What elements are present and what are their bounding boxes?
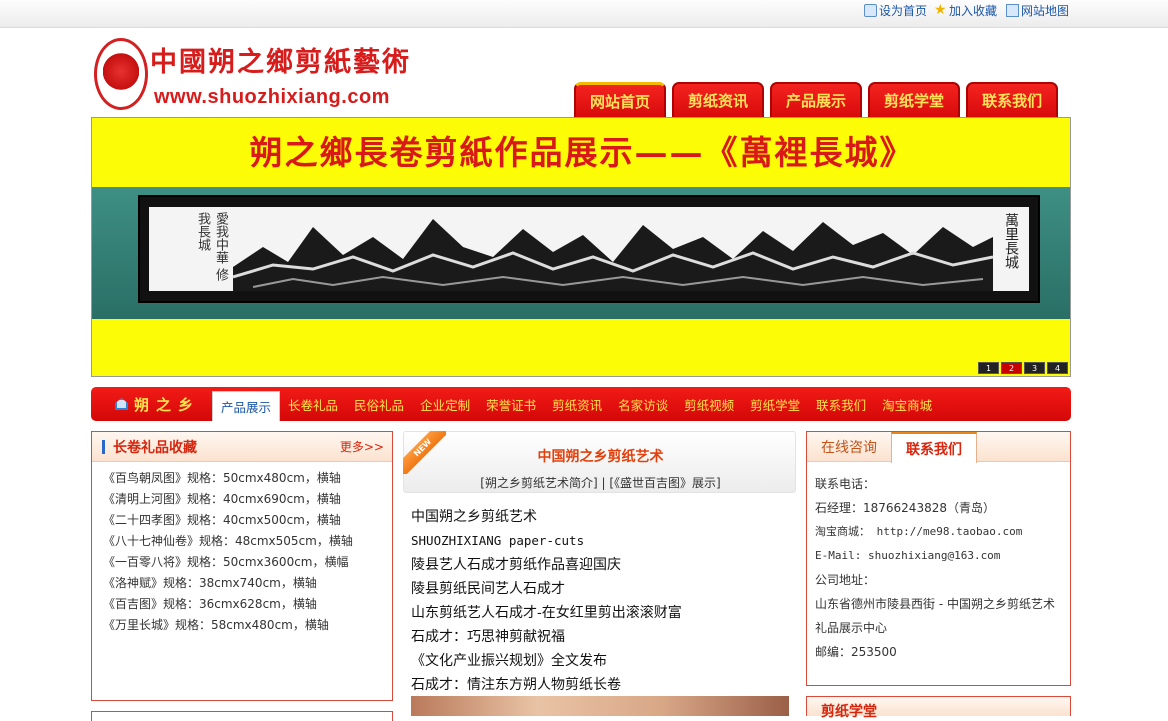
list-item[interactable]: 《洛神赋》规格：38cmx740cm，横轴 bbox=[103, 573, 392, 594]
nav-school[interactable]: 剪纸学堂 bbox=[868, 82, 961, 117]
category-brand-label: 朔之乡 bbox=[134, 395, 201, 414]
list-item[interactable]: 《文化产业振兴规划》全文发布 bbox=[411, 649, 796, 673]
intro-panel: NEW 中国朔之乡剪纸艺术 [朔之乡剪纸艺术简介] | [《盛世百吉图》展示] … bbox=[403, 431, 796, 716]
add-favorite-label: 加入收藏 bbox=[949, 3, 998, 18]
cat-videos[interactable]: 剪纸视频 bbox=[676, 387, 742, 421]
scroll-calligraphy-right: 萬里長城 bbox=[1003, 213, 1019, 269]
school-panel-title[interactable]: 剪纸学堂 bbox=[807, 697, 1070, 721]
category-nav: 朔之乡 产品展示 长卷礼品 民俗礼品 企业定制 荣誉证书 剪纸资讯 名家访谈 剪… bbox=[91, 387, 1071, 421]
cat-news[interactable]: 剪纸资讯 bbox=[544, 387, 610, 421]
pager-item-3[interactable]: 3 bbox=[1024, 362, 1045, 374]
list-item[interactable]: 山东剪纸艺人石成才-在女红里剪出滚滚财富 bbox=[411, 601, 796, 625]
banner-background: 愛我中華 修我長城 萬里長城 bbox=[92, 187, 1070, 319]
list-item[interactable]: 《二十四孝图》规格：40cmx500cm，横轴 bbox=[103, 510, 392, 531]
contact-panel: 在线咨询 联系我们 联系电话： 石经理：18766243828（青岛） 淘宝商城… bbox=[806, 431, 1071, 686]
scroll-gifts-panel: 长卷礼品收藏 更多>> 《百鸟朝凤图》规格：50cmx480cm，横轴 《清明上… bbox=[91, 431, 393, 701]
cat-products[interactable]: 产品展示 bbox=[212, 391, 281, 421]
contact-taobao[interactable]: 淘宝商城： http://me98.taobao.com bbox=[815, 520, 1070, 544]
contact-address: 山东省德州市陵县西街 - 中国朔之乡剪纸艺术 bbox=[815, 597, 1055, 611]
home-icon bbox=[115, 398, 128, 410]
list-item[interactable]: 《百吉图》规格：36cmx628cm，横轴 bbox=[103, 594, 392, 615]
list-item[interactable]: SHUOZHIXIANG paper-cuts bbox=[411, 529, 796, 553]
cat-contact[interactable]: 联系我们 bbox=[808, 387, 874, 421]
top-utility-bar: 设为首页 ★ 加入收藏 网站地图 bbox=[0, 0, 1168, 28]
list-item[interactable]: 陵县剪纸民间艺人石成才 bbox=[411, 577, 796, 601]
panel-header: 长卷礼品收藏 更多>> bbox=[92, 432, 392, 462]
category-brand[interactable]: 朔之乡 bbox=[91, 387, 212, 421]
set-homepage-label: 设为首页 bbox=[879, 3, 928, 18]
nav-news[interactable]: 剪纸资讯 bbox=[672, 82, 765, 117]
add-favorite-link[interactable]: ★ 加入收藏 bbox=[934, 2, 997, 18]
next-left-panel bbox=[91, 711, 393, 721]
list-item[interactable]: 陵县艺人石成才剪纸作品喜迎国庆 bbox=[411, 553, 796, 577]
scroll-artwork: 愛我中華 修我長城 萬里長城 bbox=[138, 195, 1040, 303]
contact-tabs: 在线咨询 联系我们 bbox=[807, 432, 1070, 463]
contact-manager: 石经理：18766243828（青岛） bbox=[815, 501, 995, 515]
banner-title: 朔之鄉長卷剪紙作品展示——《萬裡長城》 bbox=[249, 133, 915, 172]
contact-info: 联系电话： 石经理：18766243828（青岛） 淘宝商城： http://m… bbox=[807, 462, 1070, 664]
pager-item-2[interactable]: 2 bbox=[1001, 362, 1022, 374]
cat-custom[interactable]: 企业定制 bbox=[412, 387, 478, 421]
cat-folk-gifts[interactable]: 民俗礼品 bbox=[346, 387, 412, 421]
tab-contact-us[interactable]: 联系我们 bbox=[891, 432, 977, 463]
cat-interviews[interactable]: 名家访谈 bbox=[610, 387, 676, 421]
contact-postcode: 邮编：253500 bbox=[815, 645, 897, 659]
cat-scroll-gifts[interactable]: 长卷礼品 bbox=[280, 387, 346, 421]
list-item[interactable]: 中国朔之乡剪纸艺术 bbox=[411, 505, 796, 529]
more-link[interactable]: 更多>> bbox=[340, 438, 384, 455]
title-bar-icon bbox=[102, 439, 105, 454]
main-nav: 网站首页 剪纸资讯 产品展示 剪纸学堂 联系我们 bbox=[574, 82, 1059, 117]
tab-online-consult[interactable]: 在线咨询 bbox=[807, 432, 891, 462]
pager-item-4[interactable]: 4 bbox=[1047, 362, 1068, 374]
list-item[interactable]: 石成才：巧思神剪献祝福 bbox=[411, 625, 796, 649]
intro-article-list: 中国朔之乡剪纸艺术 SHUOZHIXIANG paper-cuts 陵县艺人石成… bbox=[403, 493, 796, 697]
site-logo[interactable]: 中國朔之鄉剪紙藝術 www.shuozhixiang.com bbox=[92, 36, 457, 112]
panel-title: 长卷礼品收藏 bbox=[102, 437, 197, 457]
logo-title: 中國朔之鄉剪紙藝術 bbox=[150, 47, 411, 78]
hero-banner[interactable]: 朔之鄉長卷剪紙作品展示——《萬裡長城》 愛我中華 修我長城 萬里長城 1 2 3… bbox=[91, 117, 1071, 377]
home-icon bbox=[864, 3, 877, 17]
set-homepage-link[interactable]: 设为首页 bbox=[864, 2, 927, 18]
great-wall-papercut-image bbox=[233, 219, 993, 291]
logo-url: www.shuozhixiang.com bbox=[154, 86, 390, 108]
scroll-paper: 愛我中華 修我長城 萬里長城 bbox=[149, 207, 1029, 291]
cat-school[interactable]: 剪纸学堂 bbox=[742, 387, 808, 421]
sitemap-link[interactable]: 网站地图 bbox=[1006, 2, 1069, 18]
pager-item-1[interactable]: 1 bbox=[978, 362, 999, 374]
contact-address-2: 礼品展示中心 bbox=[815, 621, 888, 635]
banner-pager: 1 2 3 4 bbox=[978, 362, 1068, 374]
list-item[interactable]: 石成才：情注东方朔人物剪纸长卷 bbox=[411, 673, 796, 697]
nav-products[interactable]: 产品展示 bbox=[770, 82, 863, 117]
scroll-gifts-list: 《百鸟朝凤图》规格：50cmx480cm，横轴 《清明上河图》规格：40cmx6… bbox=[92, 462, 392, 636]
nav-contact[interactable]: 联系我们 bbox=[966, 82, 1059, 117]
logo-seal-icon bbox=[94, 38, 148, 110]
sitemap-icon bbox=[1006, 3, 1019, 17]
article-image[interactable] bbox=[411, 696, 789, 716]
star-icon: ★ bbox=[934, 1, 947, 18]
panel-title-text: 长卷礼品收藏 bbox=[113, 439, 197, 456]
contact-email[interactable]: E-Mail: shuozhixiang@163.com bbox=[815, 544, 1070, 568]
contact-address-label: 公司地址： bbox=[815, 573, 876, 587]
list-item[interactable]: 《百鸟朝凤图》规格：50cmx480cm，横轴 bbox=[103, 468, 392, 489]
intro-title[interactable]: 中国朔之乡剪纸艺术 bbox=[404, 446, 796, 466]
sitemap-label: 网站地图 bbox=[1021, 3, 1070, 18]
list-item[interactable]: 《八十七神仙卷》规格：48cmx505cm，横轴 bbox=[103, 531, 392, 552]
scroll-calligraphy-left: 愛我中華 修我長城 bbox=[195, 212, 228, 282]
contact-phone-label: 联系电话： bbox=[815, 477, 876, 491]
intro-sublinks[interactable]: [朔之乡剪纸艺术简介] | [《盛世百吉图》展示] bbox=[404, 474, 796, 491]
cat-certificates[interactable]: 荣誉证书 bbox=[478, 387, 544, 421]
nav-home[interactable]: 网站首页 bbox=[574, 82, 667, 117]
list-item[interactable]: 《万里长城》规格：58cmx480cm，横轴 bbox=[103, 615, 392, 636]
school-panel: 剪纸学堂 bbox=[806, 696, 1071, 720]
list-item[interactable]: 《清明上河图》规格：40cmx690cm，横轴 bbox=[103, 489, 392, 510]
list-item[interactable]: 《一百零八将》规格：50cmx3600cm，横幅 bbox=[103, 552, 392, 573]
intro-header: NEW 中国朔之乡剪纸艺术 [朔之乡剪纸艺术简介] | [《盛世百吉图》展示] bbox=[403, 431, 796, 493]
cat-taobao[interactable]: 淘宝商城 bbox=[874, 387, 940, 421]
